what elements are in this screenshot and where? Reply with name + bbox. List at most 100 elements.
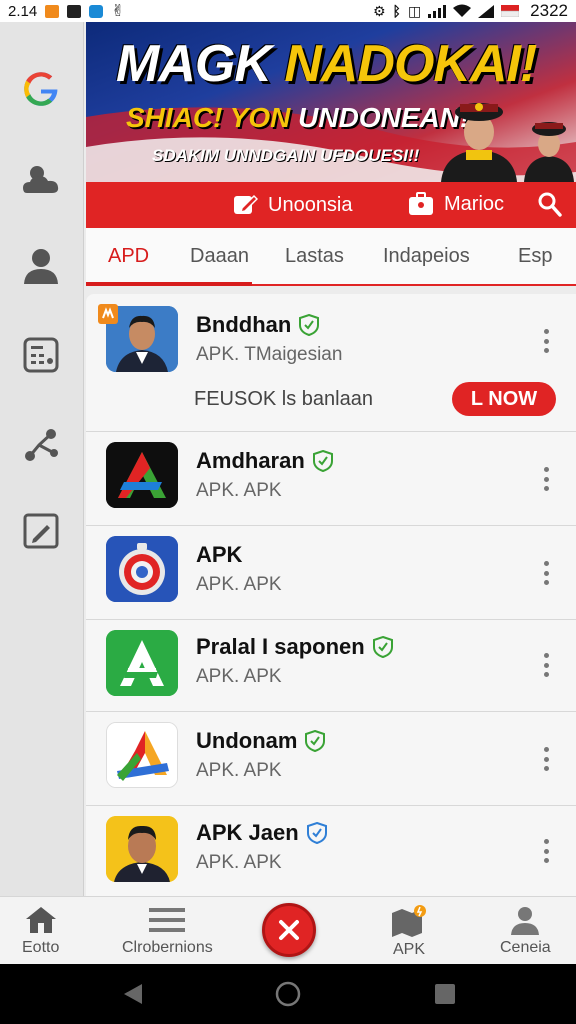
tab-bar: APD Daaan Lastas Indapeios Esp (86, 228, 576, 286)
home-circle-icon[interactable] (274, 980, 302, 1008)
app-list: Bnddhan APK. TMaigesian FEUSOK ls banlaa… (86, 294, 576, 896)
nav-profile-label: Ceneia (500, 939, 551, 956)
close-icon (279, 920, 299, 940)
google-icon[interactable] (18, 66, 64, 112)
more-options-icon[interactable] (536, 650, 556, 680)
vibrate-icon: ◫ (407, 2, 422, 19)
app-subtitle: APK. APK (196, 480, 282, 501)
list-item[interactable]: APK Jaen APK. APK (86, 806, 576, 896)
app-subtitle: APK. APK (196, 666, 282, 687)
app-subtitle: APK. TMaigesian (196, 344, 343, 365)
browser-notification-icon (89, 4, 104, 18)
category-link[interactable]: Marioc (408, 192, 504, 216)
promo-banner[interactable]: MAGK NADOKAI! SHIAC! YON UNDONEAN! SDAKI… (86, 22, 576, 182)
triangle-logo-icon (106, 442, 178, 508)
status-bar: 2.14 ✌ ⚙ ᛒ ◫ 2322 (0, 0, 576, 22)
app-name-text: APK (196, 542, 243, 567)
back-icon[interactable] (122, 982, 144, 1006)
app-name: Bnddhan (196, 312, 320, 338)
tab-esp[interactable]: Esp (518, 245, 552, 268)
edit-square-icon (234, 194, 258, 214)
category-label: Marioc (444, 192, 505, 215)
more-options-icon[interactable] (536, 464, 556, 494)
nav-home[interactable]: Eotto (22, 905, 59, 957)
app-subtitle: APK. APK (196, 574, 282, 595)
more-options-icon[interactable] (536, 744, 556, 774)
more-options-icon[interactable] (536, 326, 556, 356)
app-name-text: APK Jaen (196, 820, 299, 845)
banner-headline-yellow: NADOKAI! (284, 35, 537, 93)
verified-shield-icon (306, 822, 327, 844)
install-now-button[interactable]: L NOW (452, 382, 556, 416)
nav-menu-label: Clrobernions (122, 939, 213, 956)
list-item[interactable]: Undonam APK. APK (86, 712, 576, 806)
app-name: Undonam (196, 728, 326, 754)
verified-shield-icon (299, 314, 320, 336)
close-fab-button[interactable] (262, 903, 316, 957)
recents-icon[interactable] (434, 983, 456, 1005)
bluetooth-icon: ᛒ (392, 3, 401, 19)
region-link[interactable]: Unoonsia (232, 192, 353, 218)
weather-icon[interactable] (18, 156, 64, 202)
nav-apk[interactable]: APK (390, 905, 428, 959)
target-icon (106, 536, 178, 602)
list-item[interactable]: Amdharan APK. APK (86, 432, 576, 526)
status-clock: 2322 (530, 1, 568, 20)
screen: 2.14 ✌ ⚙ ᛒ ◫ 2322 MAGK NADOKAI! SHIAC! Y… (0, 0, 576, 1024)
app-notification-icon (45, 4, 60, 18)
banner-subhead: SHIAC! YON UNDONEAN! (126, 102, 469, 134)
settings-icon: ⚙ (372, 2, 386, 19)
tab-apd[interactable]: APD (108, 245, 149, 268)
nav-home-label: Eotto (22, 939, 60, 956)
officer-figure-icon (441, 103, 517, 182)
person-icon[interactable] (18, 242, 64, 288)
nav-profile[interactable]: Ceneia (500, 905, 551, 957)
profile-icon (511, 907, 540, 935)
region-label: Unoonsia (268, 193, 353, 216)
bottom-nav: Eotto Clrobernions APK Ceneia (0, 896, 576, 964)
status-time: 2.14 (8, 2, 38, 20)
badge-icon (98, 304, 118, 324)
more-options-icon[interactable] (536, 836, 556, 866)
app-name-text: Undonam (196, 728, 298, 753)
tab-lastas[interactable]: Lastas (285, 245, 344, 268)
tab-daaan[interactable]: Daaan (190, 245, 249, 268)
letter-a-icon (106, 630, 178, 696)
banner-headline: MAGK NADOKAI! (116, 34, 537, 94)
status-right: ⚙ ᛒ ◫ 2322 (373, 1, 568, 21)
share-icon[interactable] (18, 422, 64, 468)
list-item[interactable]: Bnddhan APK. TMaigesian FEUSOK ls banlaa… (86, 294, 576, 432)
verified-shield-icon (372, 636, 393, 658)
app-name: Amdharan (196, 448, 333, 474)
nav-menu[interactable]: Clrobernions (122, 905, 213, 957)
app-name-text: Amdharan (196, 448, 305, 473)
gesture-icon: ✌ (111, 3, 125, 20)
list-item[interactable]: APK APK. APK (86, 526, 576, 620)
officer-child-icon (524, 122, 574, 182)
app-subtitle: APK. APK (196, 760, 282, 781)
app-name-text: Pralal I saponen (196, 634, 365, 659)
side-rail (0, 22, 84, 896)
promo-text: FEUSOK ls banlaan (194, 388, 373, 410)
banner-tagline: SDAKIM UNNDGAIN UFDOUESI!! (152, 146, 420, 165)
app-name: APK (196, 542, 242, 568)
more-options-icon[interactable] (536, 558, 556, 588)
verified-shield-icon (312, 450, 333, 472)
nav-apk-label: APK (392, 941, 425, 958)
briefcase-icon (409, 192, 433, 215)
tab-indapeios[interactable]: Indapeios (383, 245, 470, 268)
chat-notification-icon (67, 4, 82, 18)
signal-2-icon (478, 4, 495, 18)
signal-icon (428, 4, 447, 18)
menu-icon (149, 908, 186, 932)
tab-indicator (86, 282, 252, 286)
calculator-icon[interactable] (18, 332, 64, 378)
search-icon[interactable] (538, 192, 562, 218)
verified-shield-icon (305, 730, 326, 752)
edit-icon[interactable] (18, 508, 64, 554)
stacked-a-icon (106, 722, 178, 788)
list-item[interactable]: Pralal I saponen APK. APK (86, 620, 576, 712)
map-badge-icon (392, 905, 426, 937)
portrait-icon (106, 816, 178, 882)
app-name: Pralal I saponen (196, 634, 393, 660)
